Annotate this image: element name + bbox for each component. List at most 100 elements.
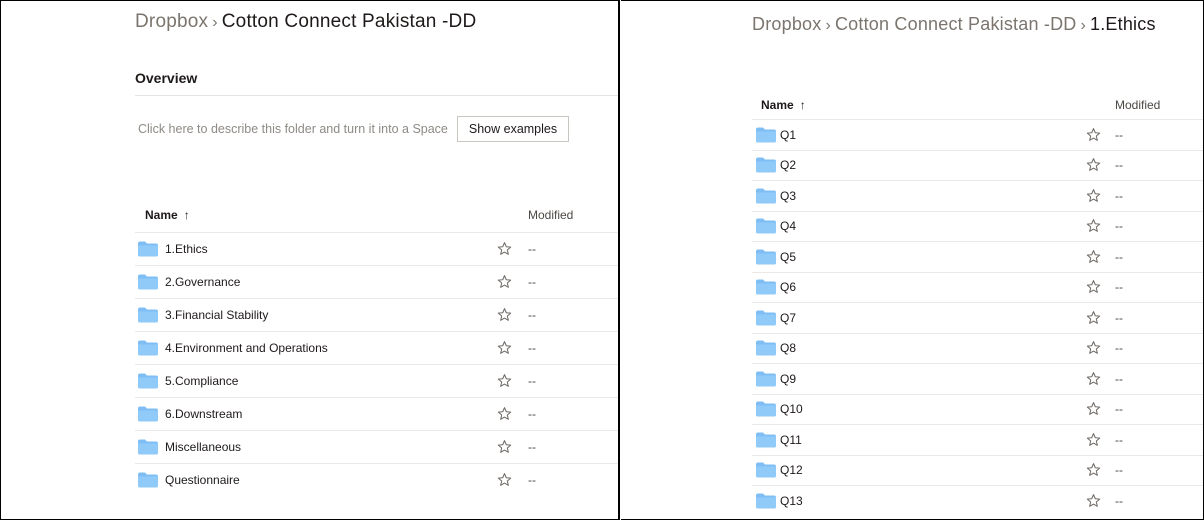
breadcrumb-separator: › [212,14,218,31]
folder-icon [756,371,776,387]
overview-heading: Overview [135,70,198,86]
folder-icon [138,274,158,290]
modified-value: -- [1115,158,1123,173]
name-column-header[interactable]: Name ↑ [145,208,190,222]
folder-name-link[interactable]: 4.Environment and Operations [165,341,328,355]
table-row[interactable]: Q4 -- [752,210,1203,242]
folder-name-link[interactable]: 1.Ethics [165,242,208,256]
table-row[interactable]: Q6 -- [752,271,1203,303]
folder-name-link[interactable]: Questionnaire [165,473,240,487]
folder-name-link[interactable]: Miscellaneous [165,440,241,454]
modified-value: -- [528,440,536,454]
star-icon[interactable] [497,308,512,323]
star-icon[interactable] [1086,493,1101,508]
table-header: Name ↑ Modified [145,208,615,228]
modified-value: -- [1115,249,1123,264]
folder-icon [756,188,776,204]
star-icon[interactable] [1086,402,1101,417]
folder-name-link[interactable]: Q2 [780,158,796,172]
star-icon[interactable] [1086,432,1101,447]
folder-description-prompt[interactable]: Click here to describe this folder and t… [138,122,448,136]
star-icon[interactable] [1086,341,1101,356]
folder-name-link[interactable]: Q5 [780,250,796,264]
name-column-header[interactable]: Name ↑ [761,98,806,112]
star-icon[interactable] [1086,371,1101,386]
breadcrumb-parent-link[interactable]: Cotton Connect Pakistan -DD [835,14,1077,34]
breadcrumb-current-folder: 1.Ethics [1090,14,1156,34]
table-row[interactable]: Q13 -- [752,485,1203,516]
table-row[interactable]: 5.Compliance -- [135,364,618,397]
modified-value: -- [528,407,536,421]
modified-value: -- [1115,402,1123,417]
modified-column-header[interactable]: Modified [1115,98,1160,112]
folder-name-link[interactable]: 3.Financial Stability [165,308,268,322]
folder-name-link[interactable]: Q12 [780,463,803,477]
folder-name-link[interactable]: Q11 [780,433,802,447]
folder-icon [756,218,776,234]
star-icon[interactable] [1086,463,1101,478]
folder-name-link[interactable]: Q3 [780,189,796,203]
modified-value: -- [1115,341,1123,356]
folder-name-link[interactable]: Q13 [780,494,803,508]
table-row[interactable]: Q5 -- [752,241,1203,272]
sort-ascending-icon[interactable]: ↑ [800,98,806,112]
table-row[interactable]: Q12 -- [752,454,1203,486]
table-row[interactable]: 3.Financial Stability -- [135,298,618,331]
folder-name-link[interactable]: Q9 [780,372,796,386]
folder-name-link[interactable]: Q7 [780,311,796,325]
table-row[interactable]: Q2 -- [752,149,1203,181]
folder-icon [756,127,776,143]
breadcrumb: Dropbox › Cotton Connect Pakistan -DD [135,11,476,33]
folder-icon [138,439,158,455]
table-row[interactable]: 2.Governance -- [135,265,618,298]
table-row[interactable]: Q1 -- [752,119,1203,150]
table-row[interactable]: Q11 -- [752,424,1203,455]
star-icon[interactable] [497,275,512,290]
folder-icon [756,310,776,326]
breadcrumb: Dropbox › Cotton Connect Pakistan -DD › 1.Et… [752,14,1156,35]
table-row[interactable]: Questionnaire -- [135,463,618,496]
table-row[interactable]: 6.Downstream -- [135,397,618,430]
table-row[interactable]: Q9 -- [752,363,1203,394]
folder-name-link[interactable]: Q10 [780,402,803,416]
table-row[interactable]: Q8 -- [752,332,1203,364]
star-icon[interactable] [497,440,512,455]
table-row[interactable]: 1.Ethics -- [135,232,618,265]
star-icon[interactable] [1086,219,1101,234]
folder-icon [138,241,158,257]
folder-name-link[interactable]: Q1 [780,128,796,142]
star-icon[interactable] [497,341,512,356]
star-icon[interactable] [1086,280,1101,295]
star-icon[interactable] [1086,127,1101,142]
modified-column-header[interactable]: Modified [528,208,573,222]
overview-divider [135,95,618,96]
show-examples-button[interactable]: Show examples [457,116,569,142]
folder-name-link[interactable]: 2.Governance [165,275,240,289]
breadcrumb-root-link[interactable]: Dropbox [135,11,208,32]
modified-value: -- [1115,463,1123,478]
star-icon[interactable] [497,407,512,422]
star-icon[interactable] [497,473,512,488]
table-row[interactable]: Q10 -- [752,393,1203,425]
star-icon[interactable] [1086,158,1101,173]
star-icon[interactable] [1086,188,1101,203]
folder-name-link[interactable]: Q6 [780,280,796,294]
folder-name-link[interactable]: Q8 [780,341,796,355]
folder-name-link[interactable]: 5.Compliance [165,374,238,388]
folder-icon [756,249,776,265]
table-row[interactable]: Q3 -- [752,180,1203,211]
table-row[interactable]: 4.Environment and Operations -- [135,331,618,364]
folder-name-link[interactable]: 6.Downstream [165,407,242,421]
folder-name-link[interactable]: Q4 [780,219,796,233]
star-icon[interactable] [497,374,512,389]
folder-icon [756,279,776,295]
star-icon[interactable] [1086,310,1101,325]
modified-value: -- [1115,219,1123,234]
table-row[interactable]: Miscellaneous -- [135,430,618,463]
breadcrumb-root-link[interactable]: Dropbox [752,14,821,34]
star-icon[interactable] [1086,249,1101,264]
star-icon[interactable] [497,242,512,257]
sort-ascending-icon[interactable]: ↑ [184,208,190,222]
table-row[interactable]: Q7 -- [752,302,1203,333]
modified-value: -- [528,308,536,322]
